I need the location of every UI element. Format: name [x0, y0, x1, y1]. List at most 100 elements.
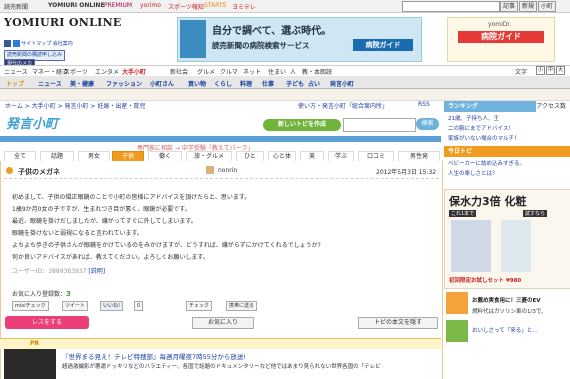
- subcategory-link[interactable]: ニュース: [38, 79, 62, 88]
- check-button[interactable]: チェック: [186, 301, 213, 311]
- new-topic-button[interactable]: 新しいトピを作成: [263, 119, 341, 131]
- ranking-item[interactable]: 21歳、子持ち人、王: [448, 114, 499, 122]
- ad-headline: 保水力3倍 化粧: [449, 195, 527, 208]
- font-medium-button[interactable]: 中: [546, 66, 555, 75]
- subcategory-link[interactable]: 料理: [240, 79, 252, 88]
- ad-headline: 自分で調べて、選ぶ時代。: [212, 26, 332, 37]
- premium-link[interactable]: PREMIUM: [104, 2, 132, 9]
- question-body-line: よちよち歩きの子供さんが眼鏡をかけているのをみかけますが、どうすれば、嫌がらずに…: [12, 242, 321, 249]
- breadcrumb[interactable]: ホーム > 大手小町 > 発言小町 > 妊娠・出産・育児: [5, 101, 145, 110]
- font-size-label: 文字: [515, 69, 528, 76]
- yomiuri-online-link[interactable]: YOMIURI ONLINE: [48, 2, 105, 9]
- guide-link[interactable]: 使い方・発言小町「総合案内所」: [298, 101, 388, 110]
- section-divider: [0, 136, 441, 142]
- category-link[interactable]: 教・本: [302, 67, 320, 76]
- yomitele-link[interactable]: ヨミテレ: [232, 2, 256, 11]
- pr-text: 超過激撮影が悪運ドッキリなどのバラエティー、各国で話題のドキュメンタリーなど他で…: [62, 364, 381, 370]
- category-link[interactable]: マネー・経済: [32, 67, 68, 76]
- ranking-item[interactable]: 二の腕にまでアドバイス！: [448, 124, 514, 132]
- new-search-button[interactable]: 新規: [519, 1, 538, 12]
- category-row-3: [0, 89, 570, 101]
- category-link[interactable]: ネット: [243, 67, 261, 76]
- category-link[interactable]: エンタメ: [95, 67, 119, 76]
- category-link[interactable]: クルマ: [220, 67, 238, 76]
- site-search-input[interactable]: [402, 1, 500, 12]
- komachi-search-button[interactable]: 検索: [416, 118, 439, 130]
- hide-topic-button[interactable]: トピの本文を隠す: [358, 317, 438, 329]
- category-link[interactable]: 大手小町: [122, 67, 146, 76]
- topic-icon: [6, 167, 13, 174]
- starts-link[interactable]: STARTS: [204, 2, 226, 9]
- today-topic-item[interactable]: ベビーカーに詰め込みすぎる。: [448, 159, 525, 167]
- tweet-button[interactable]: ツイート: [62, 301, 89, 311]
- header-links: サイトマップ 会社案内: [4, 40, 73, 47]
- category-link[interactable]: 新社会: [170, 67, 188, 76]
- hospital-guide-ad[interactable]: 自分で調べて、選ぶ時代。 読売新聞の病院検索サービス 病院ガイド: [177, 17, 422, 62]
- hochi-link[interactable]: スポーツ報知: [168, 2, 204, 11]
- subcategory-link[interactable]: 子ども: [286, 79, 304, 88]
- article-search-button[interactable]: 記事: [500, 1, 519, 12]
- ad-subtext: 読売新聞の病院検索サービス: [212, 41, 310, 50]
- question-body-line: 1歳9か月0女の子ですが、生まれつき目が悪く、眼鏡が必要です。: [12, 206, 191, 213]
- like-count: 0: [134, 301, 144, 311]
- ad-cta: 試すなら: [523, 210, 548, 217]
- komachi-search-input[interactable]: [343, 118, 416, 132]
- user-id-help-link[interactable]: [説明]: [88, 268, 105, 275]
- pr-headline[interactable]: 『世界まる見え！テレビ特捜部』毎週月曜夜7時55分から放送!: [62, 351, 246, 361]
- sitemap-link[interactable]: サイトマップ: [21, 41, 51, 47]
- access-tab[interactable]: アクセス数: [536, 101, 570, 112]
- category-link[interactable]: 朗読: [320, 67, 332, 76]
- top-navigation: 読売新聞 YOMIURI ONLINE PREMIUM yorimo スポーツ報…: [0, 0, 570, 13]
- today-topic-item[interactable]: 人生の楽しさとは？: [448, 169, 498, 177]
- category-link[interactable]: 住まい: [268, 67, 286, 76]
- favorite-button[interactable]: お気に入り: [192, 317, 254, 329]
- send-to-mobile-button[interactable]: 携帯に送る: [226, 301, 258, 311]
- subcategory-link[interactable]: 発言小町: [330, 79, 354, 88]
- font-small-button[interactable]: 小: [536, 66, 545, 75]
- news-title[interactable]: お薦め実食用に！三菱のEV: [472, 296, 541, 304]
- favorite-count: お気に入り登録数：3: [12, 290, 71, 298]
- category-link[interactable]: 人: [290, 67, 296, 76]
- site-logo[interactable]: YOMIURI ONLINE: [4, 16, 122, 29]
- subcategory-link[interactable]: くらし: [214, 79, 232, 88]
- news-thumb[interactable]: [446, 320, 468, 342]
- like-button[interactable]: いいね!: [100, 301, 124, 311]
- yomidr-logo: yomiDr.: [488, 21, 512, 28]
- yomiuri-link[interactable]: 読売新聞: [4, 2, 28, 11]
- category-link[interactable]: ニュース: [4, 67, 28, 76]
- news-thumb[interactable]: [446, 292, 468, 314]
- news-item[interactable]: おいしさって「来る」と…: [472, 326, 538, 334]
- subcategory-link[interactable]: 買い物: [188, 79, 206, 88]
- subcategory-link[interactable]: 美・健康: [70, 79, 94, 88]
- font-large-button[interactable]: 大: [556, 66, 565, 75]
- pr-thumbnail[interactable]: [4, 349, 56, 379]
- subcategory-link[interactable]: トップ: [6, 79, 24, 88]
- ad-footer: 初回限定お試しセット ¥980: [449, 278, 522, 284]
- komachi-logo[interactable]: 発言小町: [6, 113, 66, 135]
- company-link[interactable]: 会社案内: [53, 41, 73, 47]
- subcategory-link[interactable]: ファッション: [106, 79, 142, 88]
- komachi-search-button[interactable]: 小町: [538, 1, 557, 12]
- subcategory-link[interactable]: 小町さん: [150, 79, 174, 88]
- category-link[interactable]: スポーツ: [64, 67, 88, 76]
- cosmetics-ad[interactable]: 保水力3倍 化粧 これ1本で 試すなら 初回限定お試しセット ¥980: [444, 189, 570, 289]
- twitter-icon[interactable]: [12, 40, 20, 47]
- subcategory-link[interactable]: 仕事: [262, 79, 274, 88]
- ad-bottle-image: [501, 220, 531, 272]
- pr-bar: PR: [0, 338, 441, 349]
- category-link[interactable]: グルメ: [197, 67, 215, 76]
- rss-link[interactable]: RSS: [418, 101, 430, 108]
- yomidr-ad[interactable]: yomiDr. 病院ガイド: [447, 17, 555, 62]
- question-body-line: 眼鏡を掛けないと弱視になると言われています。: [12, 230, 143, 237]
- reply-button[interactable]: レスをする: [5, 316, 89, 329]
- facebook-icon[interactable]: [4, 40, 11, 47]
- pr-label: PR: [30, 340, 40, 347]
- subcategory-link[interactable]: 占い: [308, 79, 320, 88]
- mixi-check-button[interactable]: mixiチェック: [12, 301, 49, 311]
- author-name: nonrin: [218, 167, 238, 174]
- post-date: 2012年5月3日 15:32: [376, 169, 437, 176]
- yorimo-link[interactable]: yorimo: [140, 2, 161, 9]
- ranking-item[interactable]: 家族がいない場合のマルチ！: [448, 134, 520, 142]
- user-id: ユーザーID：3889363937 [説明]: [12, 268, 106, 275]
- question-header: 子供のメガネ nonrin 2012年5月3日 15:32: [4, 166, 439, 179]
